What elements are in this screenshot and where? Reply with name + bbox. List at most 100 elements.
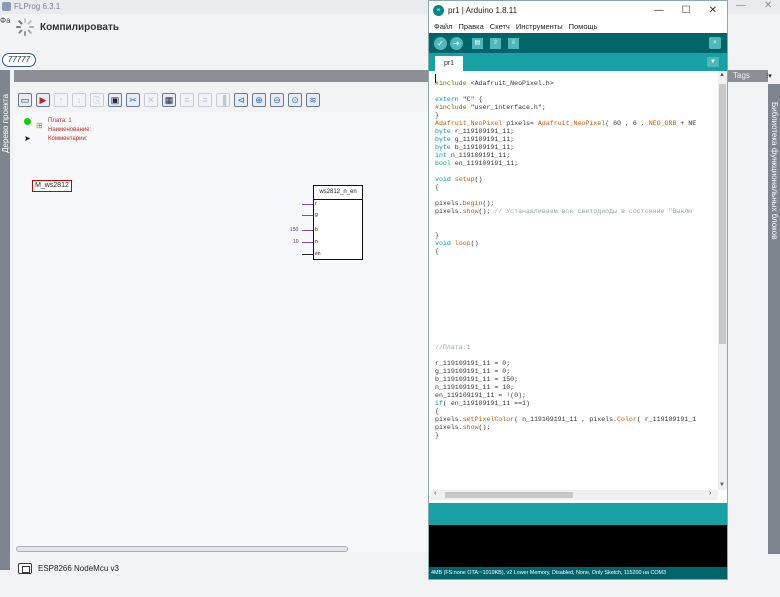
legend-board: Плата: 1 [48, 118, 72, 124]
board-icon[interactable]: ▭ [18, 93, 32, 107]
board-marker-icon: ⊞ [36, 121, 43, 130]
zoom-in-icon[interactable]: ⊕ [252, 93, 266, 107]
tab-pr1[interactable]: pr1 [435, 56, 463, 71]
upload-button[interactable]: ➜ [450, 36, 463, 50]
board-selector[interactable]: ESP8266 NodeMcu v3 [18, 563, 119, 574]
library-label: Библиотека функциональных блоков [770, 102, 779, 240]
wire-n [302, 242, 313, 243]
flprog-close-button[interactable]: ✕ [764, 0, 772, 11]
align-left-icon[interactable]: ≡ [180, 93, 194, 107]
code-line: byte b_119109191_11; [435, 144, 515, 151]
editor-vertical-scrollbar[interactable]: ▲ ▼ [718, 72, 727, 490]
menu-help[interactable]: Помощь [569, 22, 598, 31]
board-legend: Плата: 1 Наименование: Комментарии: [48, 117, 91, 144]
project-tab[interactable]: 77777 [2, 53, 36, 67]
delete-icon[interactable]: ✕ [144, 93, 158, 107]
menu-sketch[interactable]: Скетч [490, 22, 510, 31]
up-arrow-icon[interactable]: ↑ [54, 93, 68, 107]
scroll-right-icon[interactable]: › [709, 490, 711, 497]
input-b-value: 150 [290, 227, 299, 233]
stop-icon[interactable]: ▶ [36, 93, 50, 107]
code-line: pixels.setPixelColor( n_119109191_11 , p… [435, 416, 697, 423]
code-line: { [435, 184, 439, 191]
code-line: n_119109191_11 = 10; [435, 384, 515, 391]
input-n-value: 10 [293, 239, 299, 245]
align-right-icon[interactable]: ▐ [216, 93, 230, 107]
pin-r: r [315, 201, 317, 207]
horizontal-scroll-thumb[interactable] [445, 492, 573, 498]
code-line: #include "user_interface.h"; [435, 104, 546, 111]
wire-r [302, 204, 313, 205]
editor-horizontal-scrollbar[interactable]: ‹ › [431, 490, 718, 500]
code-line: #include <Adafruit_NeoPixel.h> [435, 80, 554, 87]
library-rail[interactable]: Библиотека функциональных блоков [768, 84, 780, 554]
flprog-menu-file[interactable]: Фа [0, 16, 11, 46]
arduino-tabbar: pr1 ▼ [429, 53, 727, 71]
function-block[interactable]: ws2812_n_en [313, 185, 363, 260]
zoom-out-icon[interactable]: ⊖ [270, 93, 284, 107]
diagram-canvas[interactable] [14, 112, 430, 552]
board-name: ESP8266 NodeMcu v3 [38, 564, 119, 573]
scroll-left-icon[interactable]: ‹ [434, 490, 436, 497]
zoom-fit-icon[interactable]: ⊙ [288, 93, 302, 107]
arduino-minimize-button[interactable]: — [654, 5, 664, 16]
verify-button[interactable]: ✓ [434, 36, 447, 50]
code-line: pixels.show(); [435, 424, 491, 431]
serial-monitor-button[interactable]: ⌕ [709, 37, 721, 49]
code-line: } [435, 232, 439, 239]
scroll-up-icon[interactable]: ▲ [719, 72, 725, 78]
save-sketch-button[interactable]: ⇩ [508, 37, 519, 49]
open-sketch-button[interactable]: ⇧ [490, 37, 501, 49]
down-arrow-icon[interactable]: ↓ [72, 93, 86, 107]
menu-file[interactable]: Файл [434, 22, 452, 31]
menu-edit[interactable]: Правка [458, 22, 483, 31]
copy-icon[interactable]: ⎘ [90, 93, 104, 107]
tab-menu-button[interactable]: ▼ [707, 57, 719, 67]
code-line: void setup() [435, 176, 483, 183]
code-line: bool en_119109191_11; [435, 160, 519, 167]
arduino-toolbar: ✓ ➜ ▤ ⇧ ⇩ ⌕ [429, 33, 727, 53]
legend-comment: Комментарии: [48, 136, 88, 142]
paste-icon[interactable]: ▣ [108, 93, 122, 107]
block-label[interactable]: M_ws2812 [32, 180, 72, 192]
tags-menu-icon[interactable]: ⁝▾ [766, 72, 772, 80]
code-line: en_119109191_11 = !(0); [435, 392, 527, 399]
menu-tools[interactable]: Инструменты [516, 22, 563, 31]
code-editor[interactable]: #include <Adafruit_NeoPixel.h> extern "C… [431, 72, 717, 489]
console-output[interactable] [429, 525, 727, 567]
code-line: //Плата:1 [435, 344, 471, 351]
block-icon[interactable]: ▦ [162, 93, 176, 107]
vertical-scroll-thumb[interactable] [719, 84, 726, 344]
message-bar [429, 503, 727, 525]
code-line: { [435, 408, 439, 415]
flprog-minimize-button[interactable]: — [736, 0, 746, 11]
pin-n: n [315, 239, 318, 245]
move-icon[interactable]: ≋ [306, 93, 320, 107]
align-center-icon[interactable]: ≡ [198, 93, 212, 107]
select-icon[interactable]: ⊲ [234, 93, 248, 107]
scroll-down-icon[interactable]: ▼ [719, 482, 725, 488]
flprog-title: FLProg 6.3.1 [14, 2, 61, 11]
project-tree-label: Дерево проекта [1, 94, 10, 153]
cut-icon[interactable]: ✂ [126, 93, 140, 107]
code-line: b_119109191_11 = 150; [435, 376, 519, 383]
canvas-horizontal-scrollbar[interactable] [16, 546, 348, 552]
arduino-titlebar: ∞ pr1 | Arduino 1.8.11 — ☐ ✕ [429, 1, 727, 19]
function-block-title: ws2812_n_en [314, 186, 362, 200]
arduino-maximize-button[interactable]: ☐ [682, 5, 691, 16]
new-sketch-button[interactable]: ▤ [472, 37, 483, 49]
project-tree-rail[interactable]: Дерево проекта [0, 70, 10, 570]
arduino-close-button[interactable]: ✕ [709, 5, 717, 16]
